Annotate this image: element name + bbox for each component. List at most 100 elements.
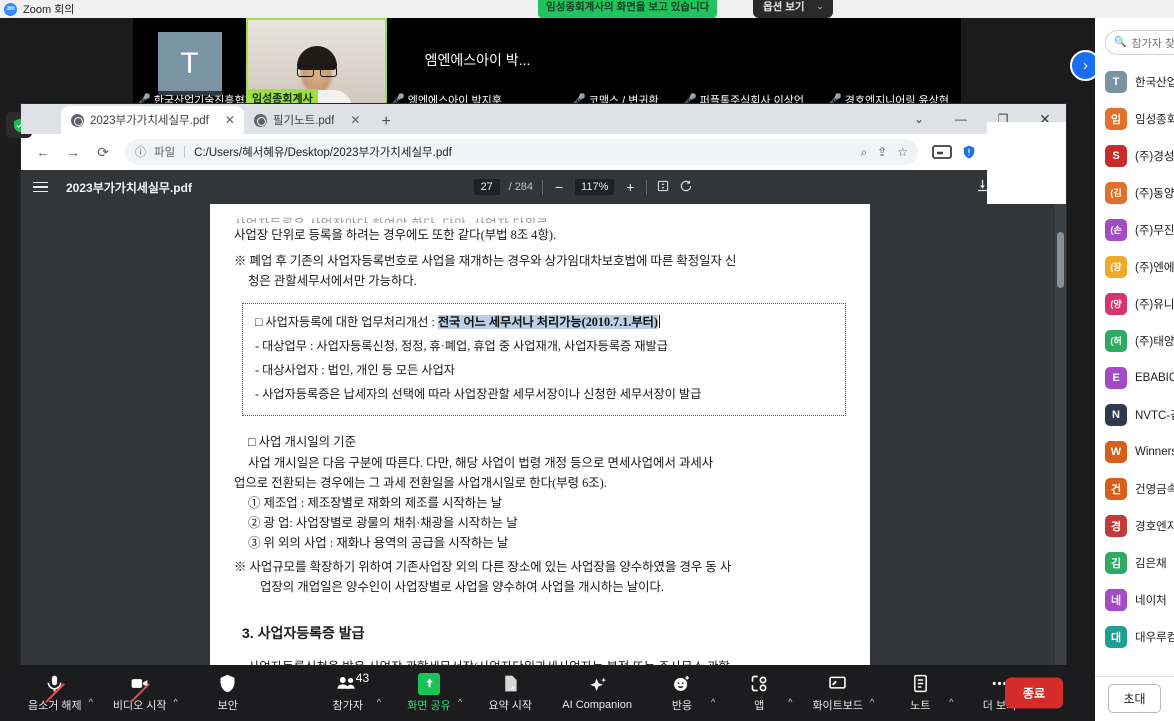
chevron-up-icon[interactable]: ^ — [788, 697, 792, 707]
list-item[interactable]: 김 김은채 — [1095, 544, 1174, 581]
reload-button[interactable]: ⟳ — [89, 138, 117, 166]
chevron-down-icon[interactable]: ⌄ — [898, 104, 940, 134]
media-icon[interactable] — [930, 140, 954, 164]
list-item[interactable]: (김 (주)동양에스앤티 — [1095, 174, 1174, 211]
new-tab-button[interactable]: + — [381, 113, 390, 131]
list-item[interactable]: 경 경호엔지니어링 — [1095, 507, 1174, 544]
whiteboard-button[interactable]: 화이트보드 — [806, 665, 869, 721]
video-tile-center-name: 엠엔에스아이 박... — [424, 52, 531, 69]
chevron-up-icon[interactable]: ^ — [377, 697, 381, 707]
list-item[interactable]: T 한국산업기술진흥협회 — [1095, 63, 1174, 100]
list-item[interactable]: (허 (주)태양유압 — [1095, 322, 1174, 359]
list-item[interactable]: W Winners — [1095, 433, 1174, 470]
avatar: 건 — [1105, 477, 1127, 500]
pdf-scrollbar[interactable] — [1055, 204, 1066, 684]
security-button[interactable]: 보안 — [200, 665, 256, 721]
scheme-label: 파일 — [154, 147, 176, 159]
shield-icon[interactable] — [957, 140, 981, 164]
video-tile[interactable]: 🎤 코맥스 / 변귀환 — [568, 18, 679, 110]
search-placeholder: 참가자 찾기 — [1131, 37, 1174, 50]
notes-button[interactable]: 노트 — [892, 665, 948, 721]
hamburger-icon[interactable] — [33, 181, 48, 193]
browser-tabstrip: 2023부가가치세실무.pdf ✕ 필기노트.pdf ✕ + ⌄ — ❐ ✕ — [21, 104, 1066, 134]
pdf-line: 사업 개시일은 다음 구분에 따른다. 다만, 해당 사업이 법령 개정 등으로… — [248, 455, 714, 470]
participants-button[interactable]: 43 참가자 — [320, 665, 376, 721]
list-item[interactable]: 임 임성종회계사 — [1095, 100, 1174, 137]
list-item[interactable]: (장 (주)엔에스이 — [1095, 248, 1174, 285]
list-item[interactable]: E EBABIO — [1095, 359, 1174, 396]
rotate-icon[interactable] — [679, 179, 693, 196]
share-screen-icon — [418, 672, 441, 695]
browser-tab-active[interactable]: 2023부가가치세실무.pdf ✕ — [61, 106, 244, 134]
pdf-line: ※ 사업규모를 확장하기 위하여 기존사업장 외의 다른 장소에 있는 사업장을… — [234, 559, 732, 574]
video-tile[interactable]: 🎤 퍼플톡주식회사 이상언 — [679, 18, 824, 110]
text-cursor-icon — [658, 315, 660, 329]
toolbar-group-mute: 음소거 해제 ^ — [22, 665, 93, 721]
close-tab-icon[interactable]: ✕ — [225, 113, 235, 127]
screen-root: zm Zoom 회의 임성종회계사의 화면을 보고 있습니다 옵션 보기 ⌄ T… — [0, 0, 1174, 721]
video-tile[interactable]: 엠엔에스아이 박... 🎤 엠엔에스아이 박지훈 — [387, 18, 568, 110]
list-item[interactable]: N NVTC-김성훈 — [1095, 396, 1174, 433]
chevron-up-icon[interactable]: ^ — [949, 697, 953, 707]
share-options-button[interactable]: 옵션 보기 ⌄ — [753, 0, 834, 18]
zoom-in-button[interactable]: + — [623, 179, 637, 195]
search-participants-input[interactable]: 🔍 참가자 찾기 — [1105, 30, 1174, 55]
ai-companion-button[interactable]: AI Companion — [556, 665, 638, 721]
video-tile-active[interactable]: 임성종회계사 — [246, 18, 387, 110]
summary-button[interactable]: 요약 시작 — [482, 665, 538, 721]
toolbar-group-video: 비디오 시작 ^ — [107, 665, 178, 721]
address-bar[interactable]: ⓘ 파일 | C:/Users/혜서혜유/Desktop/2023부가가치세실무… — [125, 139, 918, 165]
pdf-subheading: □ 사업 개시일의 기준 — [248, 435, 356, 450]
reactions-button[interactable]: 반응 — [654, 665, 710, 721]
page-number-input[interactable]: 27 — [473, 179, 500, 195]
end-meeting-button[interactable]: 종료 — [1004, 677, 1063, 709]
toolbar-group-apps: 앱 ^ — [731, 665, 792, 721]
minimize-button[interactable]: — — [940, 104, 982, 134]
chevron-up-icon[interactable]: ^ — [711, 697, 715, 707]
toolbar-group-notes: 노트 ^ — [892, 665, 954, 721]
video-tile[interactable]: T 🎤 한국산업기술진흥협회 — [133, 18, 246, 110]
list-item[interactable]: 네 네이처 — [1095, 581, 1174, 618]
address-url: C:/Users/혜서혜유/Desktop/2023부가가치세실무.pdf — [194, 147, 452, 159]
bookmark-star-icon[interactable]: ☆ — [897, 145, 908, 160]
scrollbar-thumb[interactable] — [1057, 232, 1064, 288]
pdf-box-line: - 사업자등록증은 납세자의 선택에 따라 사업장관할 세무서장이나 신청한 세… — [255, 386, 702, 401]
chevron-up-icon[interactable]: ^ — [870, 697, 874, 707]
browser-tab[interactable]: 필기노트.pdf ✕ — [244, 106, 370, 134]
search-icon[interactable]: ⌕ — [860, 145, 867, 160]
pdf-page-controls: 27 / 284 − 117% + — [473, 179, 694, 196]
back-button[interactable]: ← — [29, 138, 57, 166]
toolbar-group-share: 화면 공유 ^ — [401, 665, 462, 721]
list-item[interactable]: 대 대우루컴즈 — [1095, 618, 1174, 655]
list-item[interactable]: S (주)경성테크 — [1095, 137, 1174, 174]
list-item[interactable]: (양 (주)유니온테크 — [1095, 285, 1174, 322]
divider — [646, 179, 648, 195]
chevron-up-icon[interactable]: ^ — [458, 697, 462, 707]
zoom-out-button[interactable]: − — [552, 179, 566, 195]
participant-name: 네이처 — [1135, 594, 1167, 607]
apps-button[interactable]: 앱 — [731, 665, 787, 721]
start-video-button[interactable]: 비디오 시작 — [107, 665, 173, 721]
video-tile[interactable]: 🎤 경호엔지니어링 윤상현 — [824, 18, 961, 110]
site-info-icon[interactable]: ⓘ — [135, 144, 146, 160]
address-separator: | — [183, 146, 187, 158]
chevron-up-icon[interactable]: ^ — [174, 697, 178, 707]
list-item[interactable]: (손 (주)무진기연 — [1095, 211, 1174, 248]
forward-button[interactable]: → — [59, 138, 87, 166]
share-screen-button[interactable]: 화면 공유 — [401, 665, 457, 721]
close-tab-icon[interactable]: ✕ — [350, 113, 360, 127]
pdf-favicon-icon — [71, 113, 84, 127]
list-item[interactable]: 건 건영금속 — [1095, 470, 1174, 507]
chevron-up-icon[interactable]: ^ — [89, 697, 93, 707]
invite-button[interactable]: 초대 — [1108, 684, 1161, 713]
pdf-page[interactable]: 사업자등록은 사업장마다 하여야 한다. 다만, 사업자 단위로 사업장 단위로… — [210, 204, 870, 684]
pdf-selected-text[interactable]: 전국 어느 세무서나 처리가능(2010.7.1.부터) — [437, 315, 658, 330]
mute-button[interactable]: 음소거 해제 — [22, 665, 88, 721]
share-icon[interactable]: ⇪ — [877, 145, 887, 160]
video-tile-spacer — [0, 18, 133, 110]
participant-name: 한국산업기술진흥협회 — [1135, 76, 1174, 89]
browser-window: 2023부가가치세실무.pdf ✕ 필기노트.pdf ✕ + ⌄ — ❐ ✕ ←… — [6, 104, 1066, 721]
toolbar-group-reactions: 반응 ^ — [654, 665, 715, 721]
mute-label: 음소거 해제 — [28, 700, 82, 712]
fit-page-icon[interactable] — [656, 179, 670, 196]
